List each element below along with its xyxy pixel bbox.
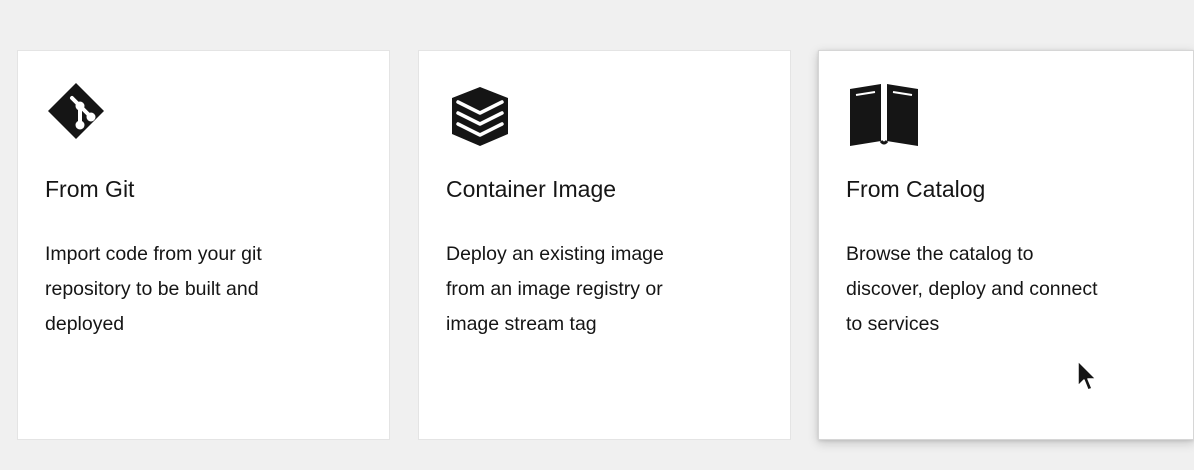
- container-image-card[interactable]: Container Image Deploy an existing image…: [418, 50, 791, 440]
- description-line: deployed: [45, 313, 125, 335]
- description-line: Browse the catalog to: [846, 243, 1034, 265]
- description-line: from an image registry or: [446, 278, 663, 300]
- description-line: repository to be built and: [45, 278, 259, 300]
- card-title: From Git: [45, 176, 135, 202]
- card-title: Container Image: [446, 176, 617, 202]
- description-line: discover, deploy and connect: [846, 278, 1098, 300]
- card-title: From Catalog: [846, 176, 986, 202]
- add-options-cards: From Git Import code from your git repos…: [17, 50, 1194, 442]
- from-git-card[interactable]: From Git Import code from your git repos…: [17, 50, 390, 440]
- layers-icon: [446, 78, 516, 148]
- card-description: Deploy an existing image from an image r…: [446, 237, 746, 342]
- description-line: to services: [846, 313, 940, 335]
- card-description: Import code from your git repository to …: [45, 237, 345, 342]
- card-description: Browse the catalog to discover, deploy a…: [846, 237, 1146, 342]
- book-icon: [846, 78, 918, 148]
- description-line: Import code from your git: [45, 243, 262, 265]
- git-icon: [45, 78, 115, 148]
- from-catalog-card[interactable]: From Catalog Browse the catalog to disco…: [818, 50, 1194, 440]
- description-line: image stream tag: [446, 313, 597, 335]
- description-line: Deploy an existing image: [446, 243, 664, 265]
